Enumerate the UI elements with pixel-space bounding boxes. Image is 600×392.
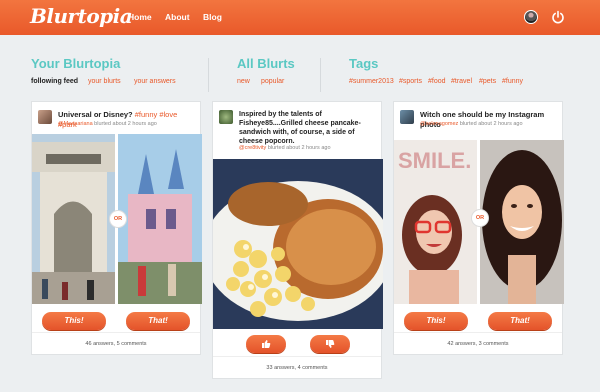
blurt-title-text: Universal or Disney? [58, 110, 133, 119]
thumbs-down-icon [326, 340, 335, 348]
all-blurts-title: All Blurts [237, 56, 295, 71]
blurt-user[interactable]: @selenagomez [420, 121, 458, 127]
thumbs-down-button[interactable] [310, 335, 350, 353]
nav-blog[interactable]: Blog [203, 12, 222, 22]
section-divider [208, 58, 209, 92]
thumbs-up-icon [262, 340, 271, 348]
top-bar: Blurtopia Home About Blog [0, 0, 600, 35]
this-button[interactable]: This! [404, 312, 468, 330]
blurt-time: blurted about 2 hours ago [459, 121, 523, 127]
blurt-card[interactable]: Inspired by the talents of Fisheye85....… [212, 101, 383, 379]
tag-summer2013[interactable]: #summer2013 [349, 78, 394, 85]
new-link[interactable]: new [237, 78, 250, 85]
nav-about[interactable]: About [165, 12, 190, 22]
blurt-meta: @Maaaariana blurted about 2 hours ago [58, 121, 157, 127]
blurt-user[interactable]: @Maaaariana [58, 121, 93, 127]
tag-pets[interactable]: #pets [479, 78, 496, 85]
that-button[interactable]: That! [488, 312, 552, 330]
blurt-image[interactable] [213, 159, 383, 329]
your-blurtopia-title: Your Blurtopia [31, 56, 121, 71]
tag-funny[interactable]: #funny [502, 78, 523, 85]
blurt-footer: 42 answers, 3 comments [394, 332, 562, 354]
tag-travel[interactable]: #travel [451, 78, 472, 85]
option-image-this[interactable] [32, 134, 115, 304]
your-blurts-link[interactable]: your blurts [88, 78, 121, 85]
blurt-user[interactable]: @cre8tivity [239, 145, 266, 151]
blurt-footer: 33 answers, 4 comments [213, 356, 381, 378]
user-avatar[interactable] [524, 10, 538, 24]
your-answers-link[interactable]: your answers [134, 78, 176, 85]
or-badge: OR [471, 209, 489, 227]
avatar[interactable] [400, 110, 414, 124]
option-image-this[interactable]: SMILE. [394, 140, 477, 304]
tag-food[interactable]: #food [428, 78, 446, 85]
smile-sign-text: SMILE. [398, 148, 471, 173]
thumbs-up-button[interactable] [246, 335, 286, 353]
blurt-meta: @selenagomez blurted about 2 hours ago [420, 121, 523, 127]
tag-sports[interactable]: #sports [399, 78, 422, 85]
option-image-that[interactable] [118, 134, 202, 304]
avatar[interactable] [38, 110, 52, 124]
popular-link[interactable]: popular [261, 78, 284, 85]
blurt-card[interactable]: Witch one should be my Instagram photo @… [393, 101, 564, 355]
avatar[interactable] [219, 110, 233, 124]
following-feed-link[interactable]: following feed [31, 78, 78, 85]
power-icon[interactable] [551, 10, 565, 24]
blurt-time: blurted about 2 hours ago [267, 145, 331, 151]
tags-title: Tags [349, 56, 379, 71]
blurt-card[interactable]: Universal or Disney? #funny #love #park … [31, 101, 202, 355]
section-divider [320, 58, 321, 92]
that-button[interactable]: That! [126, 312, 190, 330]
or-badge: OR [109, 210, 127, 228]
logo[interactable]: Blurtopia [30, 4, 133, 28]
this-button[interactable]: This! [42, 312, 106, 330]
blurt-title: Inspired by the talents of Fisheye85....… [239, 111, 361, 145]
blurt-footer: 46 answers, 5 comments [32, 332, 200, 354]
blurt-time: blurted about 2 hours ago [94, 121, 157, 127]
blurt-meta: @cre8tivity blurted about 2 hours ago [239, 145, 331, 151]
option-image-that[interactable] [480, 140, 564, 304]
nav-home[interactable]: Home [128, 12, 152, 22]
